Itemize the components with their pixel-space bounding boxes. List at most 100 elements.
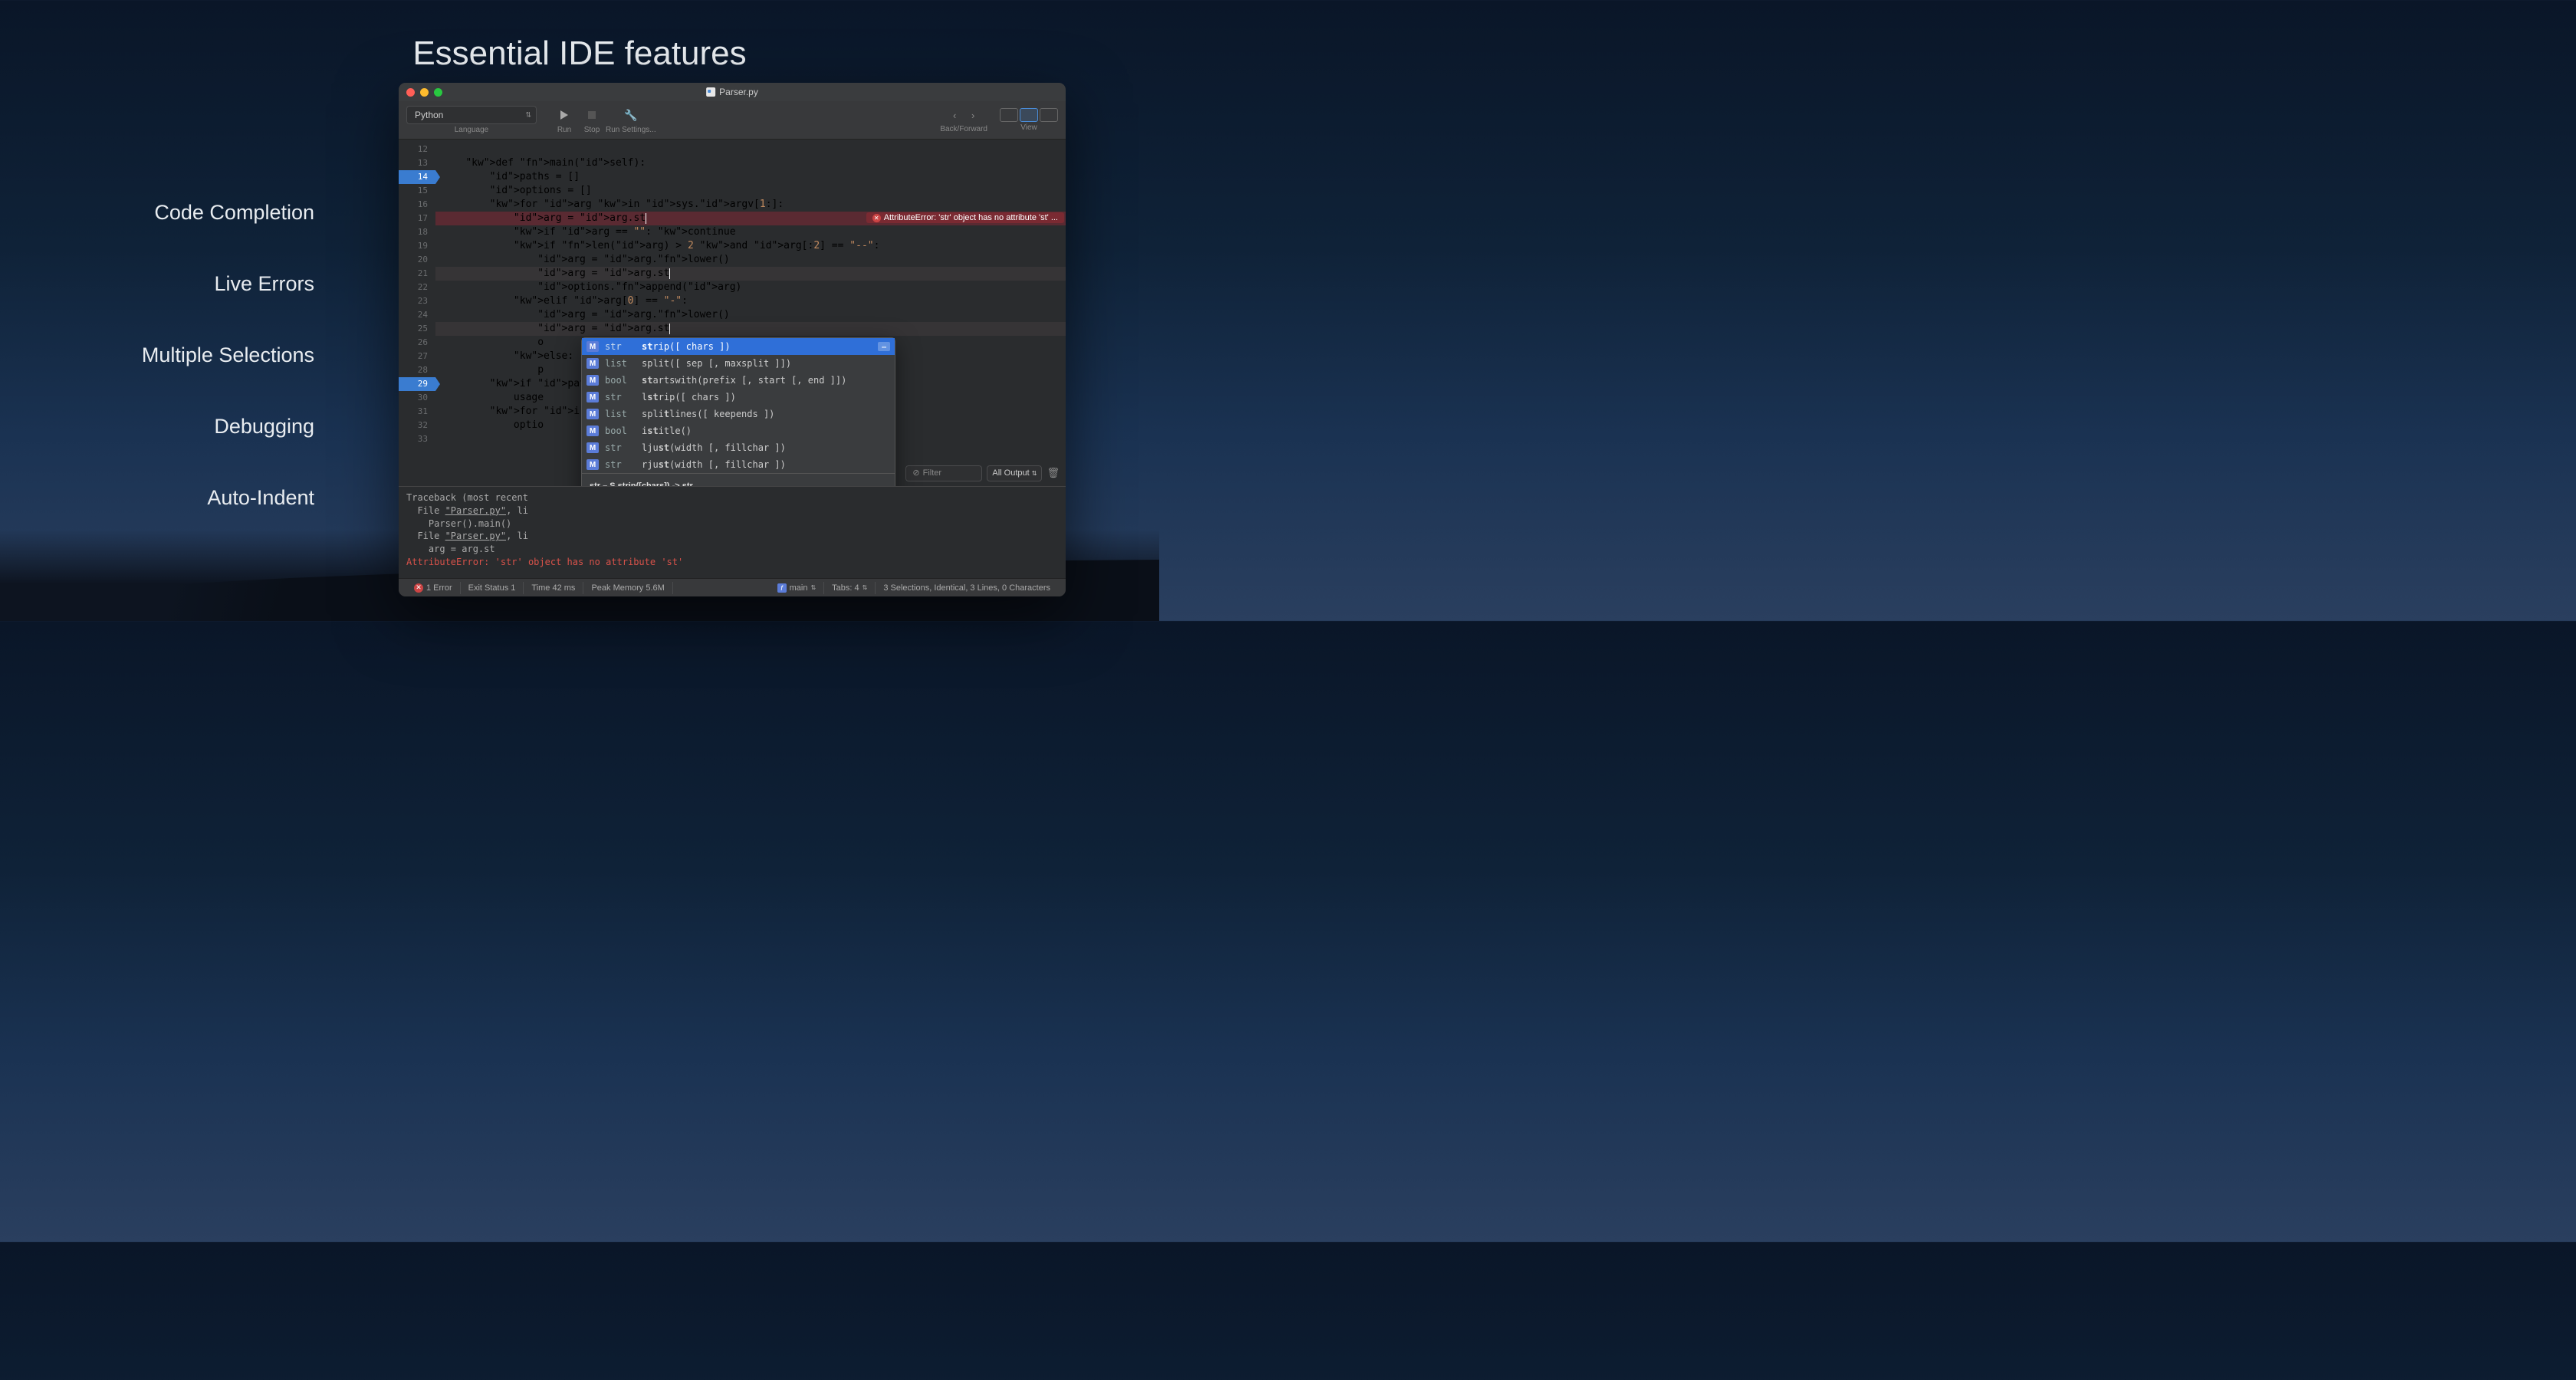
line-number[interactable]: 30 [399,391,435,405]
code-editor[interactable]: 1213141516171819202122232425262728293031… [399,140,1066,486]
line-number[interactable]: 32 [399,419,435,432]
doc-icon: ▭ [878,342,890,351]
code-line[interactable]: "id">arg = "id">arg."fn">lower() [435,253,1066,267]
feature-item: Auto-Indent [88,486,314,510]
window-title: Parser.py [719,87,758,97]
code-line[interactable]: "kw">elif "id">arg[0] == "-": [435,294,1066,308]
line-number[interactable]: 31 [399,405,435,419]
console-line: AttributeError: 'str' object has no attr… [406,556,1058,569]
view-mode-1-button[interactable] [1000,108,1018,122]
code-line[interactable]: "kw">if "fn">len("id">arg) > 2 "kw">and … [435,239,1066,253]
run-button[interactable] [550,106,578,124]
language-selector[interactable]: Python⇅ [406,106,537,124]
error-icon: ✕ [414,583,423,593]
line-number[interactable]: 23 [399,294,435,308]
line-number[interactable]: 25 [399,322,435,336]
completion-popup[interactable]: Mstrstrip([ chars ])▭Mlistsplit([ sep [,… [581,337,895,486]
completion-item[interactable]: Mstrrjust(width [, fillchar ]) [582,456,895,473]
code-line[interactable]: "id">options = [] [435,184,1066,198]
completion-item[interactable]: Mboolstartswith(prefix [, start [, end ]… [582,372,895,389]
chevron-updown-icon: ⇅ [1032,470,1037,477]
minimize-window-button[interactable] [420,88,429,97]
line-number[interactable]: 17 [399,212,435,225]
console-line: Parser().main() [406,518,1058,531]
console-filter-input[interactable]: ⊘ Filter [905,465,982,481]
window-titlebar[interactable]: Parser.py [399,83,1066,101]
completion-item[interactable]: Mstrstrip([ chars ])▭ [582,338,895,355]
status-exit: Exit Status 1 [461,582,524,594]
method-badge-icon: M [586,358,599,369]
line-number[interactable]: 21 [399,267,435,281]
line-number[interactable]: 12 [399,143,435,156]
line-number[interactable]: 22 [399,281,435,294]
method-badge-icon: M [586,392,599,402]
chevron-updown-icon: ⇅ [810,584,816,591]
line-number[interactable]: 15 [399,184,435,198]
line-number[interactable]: 13 [399,156,435,170]
view-mode-2-button[interactable] [1020,108,1038,122]
method-badge-icon: M [586,442,599,453]
stop-button[interactable] [578,106,606,124]
status-scope[interactable]: fmain ⇅ [770,582,825,594]
feature-item: Code Completion [88,201,314,225]
line-number[interactable]: 18 [399,225,435,239]
filter-placeholder: Filter [923,468,941,479]
line-number[interactable]: 20 [399,253,435,267]
line-number[interactable]: 27 [399,350,435,363]
code-line[interactable]: "id">arg = "id">arg.st [435,267,1066,281]
code-line[interactable]: "id">paths = [] [435,170,1066,184]
maximize-window-button[interactable] [434,88,442,97]
status-memory: Peak Memory 5.6M [583,582,672,594]
method-badge-icon: M [586,341,599,352]
line-number[interactable]: 33 [399,432,435,446]
completion-item[interactable]: Mstrlstrip([ chars ]) [582,389,895,406]
language-label: Language [455,126,489,134]
line-number[interactable]: 19 [399,239,435,253]
line-number[interactable]: 14 [399,170,435,184]
run-settings-button[interactable]: 🔧 [617,106,645,124]
line-number[interactable]: 26 [399,336,435,350]
inline-error[interactable]: ✕ AttributeError: 'str' object has no at… [866,212,1064,223]
code-line[interactable]: "kw">if "id">arg == "": "kw">continue [435,225,1066,239]
trash-icon: 🗑 [1046,468,1060,479]
code-line[interactable]: "kw">def "fn">main("id">self): [435,156,1066,170]
completion-item[interactable]: Mlistsplitlines([ keepends ]) [582,406,895,422]
status-bar: ✕1 Error Exit Status 1 Time 42 ms Peak M… [399,578,1066,596]
line-number[interactable]: 29 [399,377,435,391]
method-badge-icon: M [586,459,599,470]
code-line[interactable] [435,143,1066,156]
line-number[interactable]: 28 [399,363,435,377]
forward-button[interactable]: › [964,107,982,123]
console-line: arg = arg.st [406,543,1058,556]
line-number[interactable]: 16 [399,198,435,212]
stop-label: Stop [584,126,600,134]
clear-console-button[interactable]: 🗑 [1046,467,1060,481]
code-line[interactable]: "id">arg = "id">arg.st [435,322,1066,336]
code-line[interactable]: "kw">for "id">arg "kw">in "id">sys."id">… [435,198,1066,212]
status-errors[interactable]: ✕1 Error [406,582,461,594]
stop-icon [588,111,596,119]
status-selection: 3 Selections, Identical, 3 Lines, 0 Char… [876,582,1058,594]
back-button[interactable]: ‹ [945,107,964,123]
run-settings-label: Run Settings... [606,126,656,134]
feature-list: Code Completion Live Errors Multiple Sel… [88,201,314,557]
line-number[interactable]: 24 [399,308,435,322]
chevron-updown-icon: ⇅ [863,584,868,591]
completion-item[interactable]: Mlistsplit([ sep [, maxsplit ]]) [582,355,895,372]
status-time: Time 42 ms [524,582,583,594]
console-output[interactable]: ⊘ Filter All Output ⇅ 🗑 Traceback (most … [399,486,1066,578]
method-badge-icon: M [586,375,599,386]
close-window-button[interactable] [406,88,415,97]
status-tabs[interactable]: Tabs: 4 ⇅ [824,582,876,594]
view-mode-3-button[interactable] [1040,108,1058,122]
code-line[interactable]: "id">arg = "id">arg."fn">lower() [435,308,1066,322]
completion-item[interactable]: Mstrljust(width [, fillchar ]) [582,439,895,456]
code-area[interactable]: ✕ AttributeError: 'str' object has no at… [435,140,1066,486]
completion-item[interactable]: Mboolistitle() [582,422,895,439]
completion-doc: str – S.strip([chars]) -> strReturn a co… [582,473,895,486]
method-badge-icon: M [586,426,599,436]
code-line[interactable]: "id">options."fn">append("id">arg) [435,281,1066,294]
view-label: View [1020,123,1037,132]
page-title: Essential IDE features [0,34,1159,73]
output-selector[interactable]: All Output ⇅ [987,465,1042,481]
